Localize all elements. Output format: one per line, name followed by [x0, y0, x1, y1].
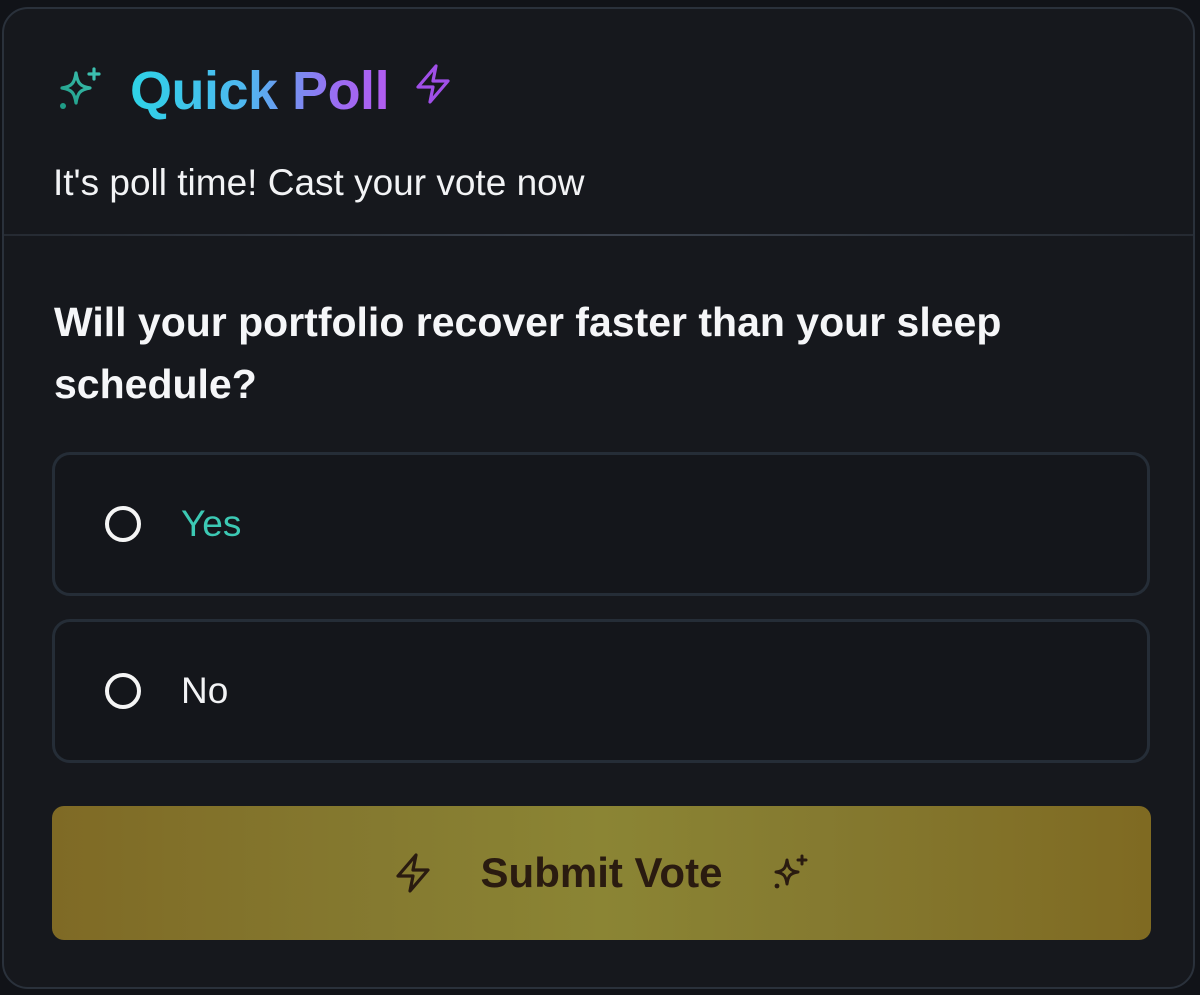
- poll-question: Will your portfolio recover faster than …: [54, 299, 1002, 407]
- poll-header: Quick Poll It's poll time! Cast your vot…: [4, 9, 1193, 235]
- submit-vote-button[interactable]: Submit Vote: [52, 806, 1151, 940]
- option-label-yes: Yes: [181, 503, 242, 544]
- poll-subtitle: It's poll time! Cast your vote now: [53, 162, 585, 203]
- lightning-bolt-icon: [416, 64, 450, 104]
- poll-option-no[interactable]: No: [52, 619, 1150, 763]
- option-label-no: No: [181, 670, 229, 711]
- poll-card: Quick Poll It's poll time! Cast your vot…: [2, 7, 1195, 989]
- header-divider: [4, 234, 1193, 236]
- sparkles-icon: [774, 854, 808, 889]
- poll-title: Quick Poll: [130, 61, 390, 121]
- submit-vote-label: Submit Vote: [480, 849, 723, 896]
- title-row: Quick Poll: [52, 61, 455, 121]
- sparkles-icon: [60, 67, 101, 109]
- radio-button-yes[interactable]: [105, 506, 141, 542]
- lightning-bolt-icon: [395, 853, 430, 893]
- radio-button-no[interactable]: [105, 673, 141, 709]
- poll-option-yes[interactable]: Yes: [52, 452, 1150, 596]
